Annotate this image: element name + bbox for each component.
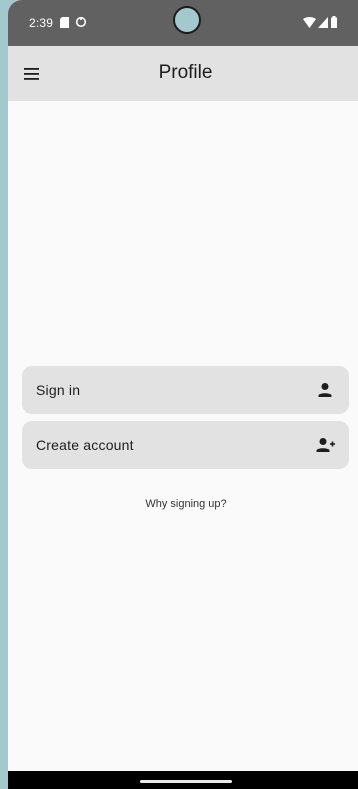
navigation-bar xyxy=(8,771,358,789)
app-bar: Profile xyxy=(8,46,358,101)
person-icon xyxy=(318,383,332,397)
why-signing-up-link[interactable]: Why signing up? xyxy=(8,498,358,510)
create-account-label: Create account xyxy=(36,437,134,453)
wifi-icon xyxy=(303,17,316,28)
create-account-button[interactable]: Create account xyxy=(22,421,349,469)
sign-in-label: Sign in xyxy=(36,382,81,398)
signal-icon xyxy=(318,17,328,28)
sign-in-button[interactable]: Sign in xyxy=(22,366,349,414)
status-time: 2:39 xyxy=(29,16,54,30)
battery-icon xyxy=(331,16,337,28)
page-title: Profile xyxy=(158,62,213,83)
sync-icon xyxy=(75,16,87,28)
sd-card-icon xyxy=(60,17,69,28)
person-add-icon xyxy=(316,438,335,452)
home-indicator[interactable] xyxy=(140,780,232,783)
camera-cutout xyxy=(173,6,201,34)
phone-screen: 2:39 Profile Sign in Create account Why … xyxy=(8,0,358,789)
status-bar: 2:39 xyxy=(8,0,358,46)
